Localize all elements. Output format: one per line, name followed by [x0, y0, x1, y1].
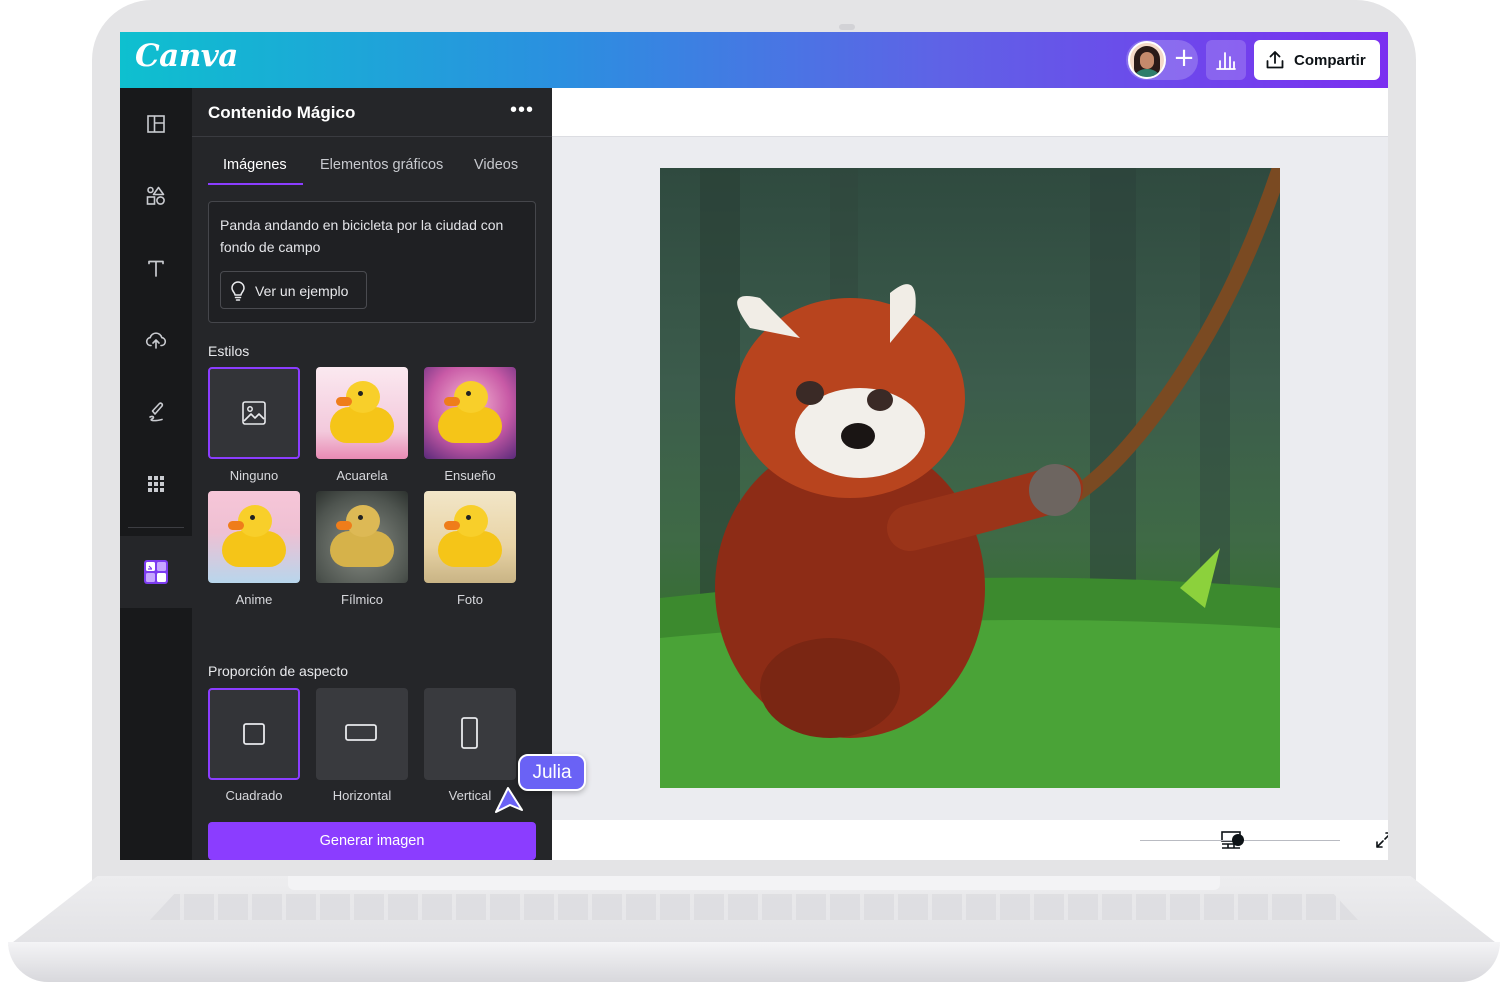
style-label-none: Ninguno: [229, 468, 279, 483]
bottom-toolbar: [552, 820, 1388, 860]
rail-item-layout[interactable]: [120, 88, 192, 160]
aspect-ratio-heading: Proporción de aspecto: [208, 663, 349, 679]
aspect-portrait-option[interactable]: [424, 688, 516, 780]
generated-red-panda-image[interactable]: [660, 168, 1280, 788]
see-example-button[interactable]: Ver un ejemplo: [220, 271, 367, 309]
style-tile-dream[interactable]: [424, 367, 516, 459]
laptop-base: [8, 876, 1500, 986]
side-rail: [120, 88, 192, 860]
zoom-slider-handle[interactable]: [1232, 834, 1244, 846]
aspect-label-square: Cuadrado: [225, 788, 283, 803]
square-icon: [243, 723, 265, 745]
canvas-top-strip: [552, 88, 1388, 136]
prompt-text[interactable]: Panda andando en bicicleta por la ciudad…: [220, 214, 520, 258]
style-label-dream: Ensueño: [444, 468, 496, 483]
rail-item-uploads[interactable]: [120, 304, 192, 376]
rail-item-magic-media[interactable]: [120, 536, 192, 608]
layout-icon: [147, 115, 165, 133]
style-tile-watercolor[interactable]: [316, 367, 408, 459]
style-label-filmic: Fílmico: [341, 592, 383, 607]
generate-image-button[interactable]: Generar imagen: [208, 822, 536, 860]
rail-item-text[interactable]: [120, 232, 192, 304]
apps-grid-icon: [148, 476, 164, 492]
elements-icon: [146, 186, 165, 205]
panel-divider: [192, 136, 552, 137]
text-icon: [148, 260, 164, 277]
laptop-camera: [839, 24, 855, 30]
user-avatar[interactable]: [1128, 41, 1166, 79]
top-bar: Canva + Compartir: [120, 32, 1388, 88]
image-icon: [242, 401, 266, 425]
bar-chart-icon: [1216, 52, 1236, 70]
landscape-icon: [345, 724, 377, 741]
tab-images[interactable]: Imágenes: [223, 157, 287, 173]
laptop-hinge: [288, 876, 1220, 890]
canvas-divider: [552, 136, 1388, 137]
style-tile-photo[interactable]: [424, 491, 516, 583]
portrait-icon: [461, 717, 478, 749]
canva-editor-screen: Canva + Compartir Contenido Mágico ••• I…: [120, 32, 1388, 860]
style-tile-filmic[interactable]: [316, 491, 408, 583]
style-tile-none[interactable]: [208, 367, 300, 459]
rail-item-elements[interactable]: [120, 160, 192, 232]
tab-graphics[interactable]: Elementos gráficos: [320, 157, 443, 173]
add-collaborator-icon[interactable]: +: [1172, 45, 1196, 71]
upload-share-icon: [1266, 51, 1284, 69]
lightbulb-icon: [231, 281, 245, 301]
prompt-input[interactable]: Panda andando en bicicleta por la ciudad…: [208, 201, 536, 323]
aspect-landscape-option[interactable]: [316, 688, 408, 780]
rail-divider: [128, 527, 184, 528]
tab-videos[interactable]: Videos: [474, 157, 518, 173]
see-example-label: Ver un ejemplo: [255, 283, 349, 299]
magic-media-icon: [144, 560, 168, 584]
collaborator-cursor-icon: [495, 787, 523, 813]
laptop-keyboard: [150, 894, 1358, 920]
panel-title: Contenido Mágico: [208, 103, 356, 122]
style-label-anime: Anime: [235, 592, 273, 607]
draw-icon: [149, 402, 164, 422]
aspect-square-option[interactable]: [208, 688, 300, 780]
red-panda-illustration: [660, 168, 1280, 788]
analytics-button[interactable]: [1206, 40, 1246, 80]
rail-item-draw[interactable]: [120, 376, 192, 448]
laptop-base-edge: [8, 942, 1500, 982]
rail-item-apps[interactable]: [120, 448, 192, 520]
canva-logo[interactable]: Canva: [135, 38, 238, 74]
aspect-label-landscape: Horizontal: [332, 788, 392, 803]
fullscreen-icon[interactable]: [1374, 830, 1388, 850]
style-label-photo: Foto: [456, 592, 483, 607]
styles-heading: Estilos: [208, 343, 250, 359]
collaborators-group[interactable]: +: [1126, 40, 1198, 80]
upload-cloud-icon: [145, 332, 167, 349]
share-button[interactable]: Compartir: [1254, 40, 1380, 80]
share-label: Compartir: [1294, 52, 1366, 69]
collaborator-name-tag: Julia: [518, 754, 586, 791]
style-tile-anime[interactable]: [208, 491, 300, 583]
magic-media-panel: Contenido Mágico ••• Imágenes Elementos …: [192, 88, 552, 860]
style-label-watercolor: Acuarela: [336, 468, 388, 483]
active-tab-indicator: [208, 183, 303, 185]
more-options-icon[interactable]: •••: [508, 98, 536, 126]
